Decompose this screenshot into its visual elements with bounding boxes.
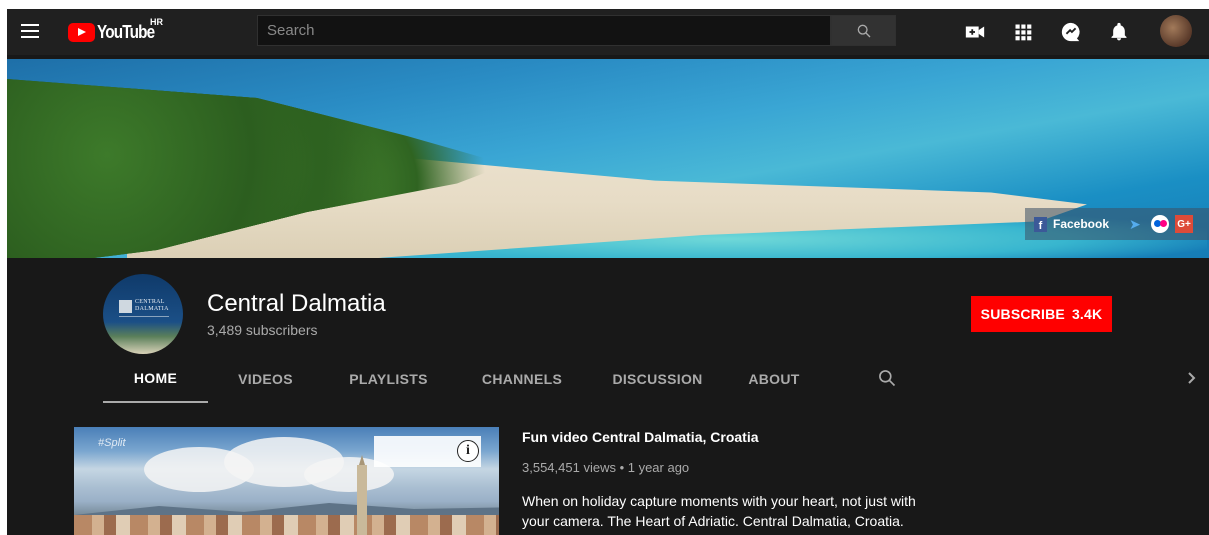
video-thumbnail[interactable]: #Split i [74, 427, 499, 535]
search-input[interactable] [257, 15, 831, 46]
thumbnail-city [74, 515, 499, 535]
channel-logo-line [119, 316, 169, 317]
subscribe-button[interactable]: SUBSCRIBE 3.4K [971, 296, 1112, 332]
apps-icon[interactable] [1011, 20, 1035, 44]
channel-search-icon[interactable] [877, 368, 899, 390]
video-title[interactable]: Fun video Central Dalmatia, Croatia [522, 429, 759, 445]
google-plus-icon[interactable]: G+ [1175, 215, 1194, 233]
create-video-icon[interactable] [963, 20, 987, 44]
featured-video-section: #Split i Fun video Central Dalmatia, Cro… [7, 404, 1209, 535]
tab-videos[interactable]: VIDEOS [208, 355, 323, 403]
tab-playlists[interactable]: PLAYLISTS [323, 355, 454, 403]
menu-icon[interactable] [18, 20, 42, 44]
channel-logo-mark [119, 300, 132, 313]
video-description: When on holiday capture moments with you… [522, 493, 916, 529]
channel-name: Central Dalmatia [207, 290, 386, 317]
channel-logo-text: CENTRAL DALMATIA [135, 299, 169, 312]
youtube-logo[interactable]: YouTube HR [68, 17, 164, 43]
facebook-link[interactable]: Facebook [1053, 217, 1109, 231]
video-meta: 3,554,451 views • 1 year ago [522, 460, 690, 475]
notifications-icon[interactable] [1107, 20, 1131, 44]
video-hashtag: #Split [98, 437, 126, 449]
messages-icon[interactable] [1059, 20, 1083, 44]
banner-social-links: f Facebook ➤ G+ [1025, 208, 1209, 240]
logo-text: YouTube [97, 21, 155, 42]
chevron-right-icon[interactable] [1185, 368, 1203, 390]
channel-tabs: HOME VIDEOS PLAYLISTS CHANNELS DISCUSSIO… [103, 355, 823, 403]
facebook-icon[interactable]: f [1034, 216, 1047, 232]
tab-channels[interactable]: CHANNELS [454, 355, 590, 403]
search-button[interactable] [831, 15, 896, 46]
top-bar: YouTube HR [7, 9, 1209, 55]
channel-avatar[interactable]: CENTRAL DALMATIA [103, 274, 183, 354]
youtube-play-icon [68, 22, 95, 42]
search-icon [857, 24, 870, 37]
country-code: HR [150, 17, 163, 27]
info-icon[interactable]: i [457, 440, 479, 462]
channel-header: CENTRAL DALMATIA Central Dalmatia 3,489 … [7, 258, 1209, 404]
subscribe-count: 3.4K [1071, 306, 1103, 322]
tab-discussion[interactable]: DISCUSSION [590, 355, 725, 403]
subscriber-count: 3,489 subscribers [207, 322, 318, 338]
subscribe-label: SUBSCRIBE [980, 306, 1065, 322]
account-avatar[interactable] [1160, 15, 1192, 47]
thumbnail-bell-tower [357, 465, 367, 535]
tab-home[interactable]: HOME [103, 355, 208, 403]
twitter-icon[interactable]: ➤ [1129, 217, 1145, 231]
tab-about[interactable]: ABOUT [725, 355, 823, 403]
flickr-icon[interactable] [1151, 215, 1170, 233]
youtube-channel-page: YouTube HR f Facebook ➤ G+ [7, 9, 1209, 535]
channel-banner: f Facebook ➤ G+ [7, 59, 1209, 258]
